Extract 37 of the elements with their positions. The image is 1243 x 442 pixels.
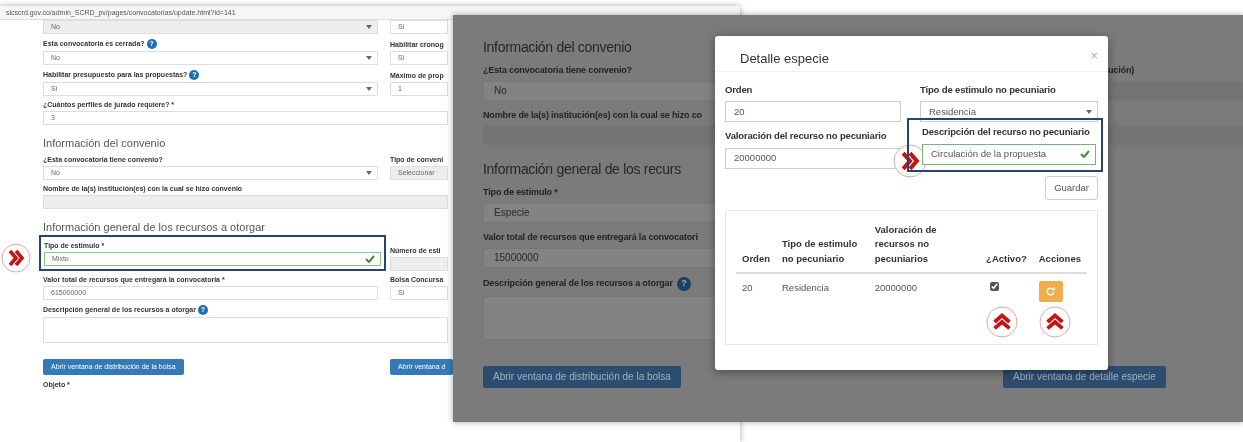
- column-header: Orden: [736, 223, 776, 273]
- column-header: Valoración de recursos no pecuniarios: [868, 223, 981, 273]
- section-heading: Información del convenio: [483, 39, 632, 56]
- column-header: Tipo de estimulo no pecuniario: [776, 223, 869, 273]
- field-label: Descripción general de los recursos a otorgar: [483, 278, 673, 289]
- help-badge[interactable]: ?: [676, 276, 691, 291]
- caret-icon: [1086, 109, 1092, 114]
- caret-icon: [366, 170, 372, 175]
- field-label: Nombre de la(s) institución(es) con la cual se hizo co: [483, 109, 702, 121]
- caret-icon: [366, 56, 372, 60]
- modal-title: Detalle especie: [740, 50, 829, 68]
- field-label: Valor total de recursos que entregará la convocatori: [483, 232, 698, 243]
- checkbox[interactable]: [990, 281, 1000, 291]
- section-heading: Información general de los recurs: [483, 161, 681, 179]
- field-label: ¿Esta convocatoria tiene convenio?: [483, 64, 632, 76]
- field-label: Valoración del recurso no pecuniario: [725, 130, 887, 142]
- caret-icon: [366, 25, 372, 29]
- section-heading: Información general de los recursos a otorgar: [43, 221, 265, 235]
- caret-icon: [366, 87, 372, 91]
- field-label: Orden: [725, 84, 753, 96]
- circle-arrow-icon: [1046, 286, 1056, 296]
- field-label: Tipo de estimulo *: [483, 187, 558, 198]
- open-window-button[interactable]: Abrir ventana de distribución de la bolsa: [483, 365, 681, 388]
- input-field[interactable]: Circulación de la propuesta: [922, 143, 1096, 165]
- column-header: ¿Activo?: [980, 223, 1033, 273]
- table-cell: 20000000: [868, 272, 981, 302]
- dropdown[interactable]: Residencia: [920, 101, 1098, 123]
- input-field[interactable]: 20000000: [725, 147, 901, 169]
- field-label: Descripción del recurso no pecuniario: [922, 126, 1090, 138]
- field-label: Tipo de estimulo no pecuniario: [920, 84, 1056, 96]
- table-cell: 20: [736, 272, 776, 302]
- field-label: ución): [1108, 64, 1135, 76]
- section-heading: Información del convenio: [43, 137, 166, 151]
- input-field[interactable]: 20: [725, 101, 901, 123]
- table-cell: Residencia: [776, 272, 869, 302]
- column-header: Acciones: [1032, 223, 1087, 273]
- save-button[interactable]: Guardar: [1045, 175, 1098, 201]
